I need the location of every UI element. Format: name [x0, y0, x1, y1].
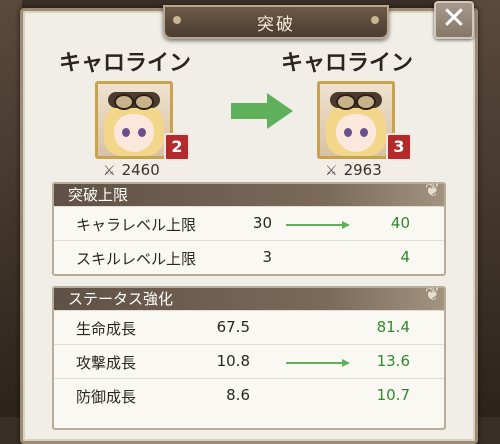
section-title: ステータス強化 [68, 290, 174, 308]
right-arrow-icon [286, 359, 350, 367]
dialog-title-tab: 突破 [163, 5, 389, 39]
section-header: ステータス強化 [54, 288, 444, 310]
before-value: 30 [252, 214, 272, 232]
right-arrow-icon [231, 93, 293, 129]
before-value: 3 [262, 248, 272, 266]
before-value: 67.5 [216, 318, 250, 336]
after-level-badge: 3 [386, 133, 412, 161]
after-character-name: キャロライン [280, 51, 413, 76]
after-value: 40 [390, 214, 410, 232]
after-value: 4 [400, 248, 410, 266]
close-button[interactable]: ✕ [434, 1, 474, 39]
background-left [0, 0, 22, 417]
after-value: 13.6 [376, 352, 410, 370]
row-label: 防御成長 [76, 388, 137, 406]
after-value: 81.4 [376, 318, 410, 336]
crossed-swords-icon: ⚔ [325, 163, 338, 179]
after-character-portrait[interactable] [317, 81, 395, 159]
table-row: 生命成長 67.5 81.4 [54, 310, 444, 344]
before-character-name: キャロライン [58, 51, 191, 76]
after-value: 10.7 [376, 386, 410, 404]
before-character-portrait[interactable] [95, 81, 173, 159]
table-row: 攻撃成長 10.8 13.6 [54, 344, 444, 378]
section-header: 突破上限 [54, 184, 444, 206]
ornament-icon: ❦ [424, 180, 440, 201]
breakthrough-limit-section: 突破上限 ❦ キャラレベル上限 30 40 スキルレベル上限 3 4 [52, 180, 446, 276]
section-title: 突破上限 [68, 186, 129, 204]
dialog-title: 突破 [257, 15, 295, 35]
before-value: 10.8 [216, 352, 250, 370]
after-power-value: 2963 [343, 161, 382, 179]
table-row: キャラレベル上限 30 40 [54, 206, 444, 240]
before-value: 8.6 [226, 386, 250, 404]
right-arrow-icon [286, 221, 350, 229]
row-label: キャラレベル上限 [76, 216, 197, 234]
crossed-swords-icon: ⚔ [103, 163, 116, 179]
before-power-value: 2460 [121, 161, 160, 179]
ornament-icon: ❦ [424, 284, 440, 305]
row-label: 生命成長 [76, 320, 137, 338]
after-power: ⚔ 2963 [325, 161, 382, 179]
status-boost-section: ステータス強化 ❦ 生命成長 67.5 81.4 攻撃成長 10.8 13.6 … [52, 284, 446, 430]
before-level-badge: 2 [164, 133, 190, 161]
table-row: スキルレベル上限 3 4 [54, 240, 444, 274]
table-row: 防御成長 8.6 10.7 [54, 378, 444, 412]
before-power: ⚔ 2460 [103, 161, 160, 179]
row-label: 攻撃成長 [76, 354, 137, 372]
row-label: スキルレベル上限 [76, 250, 197, 268]
